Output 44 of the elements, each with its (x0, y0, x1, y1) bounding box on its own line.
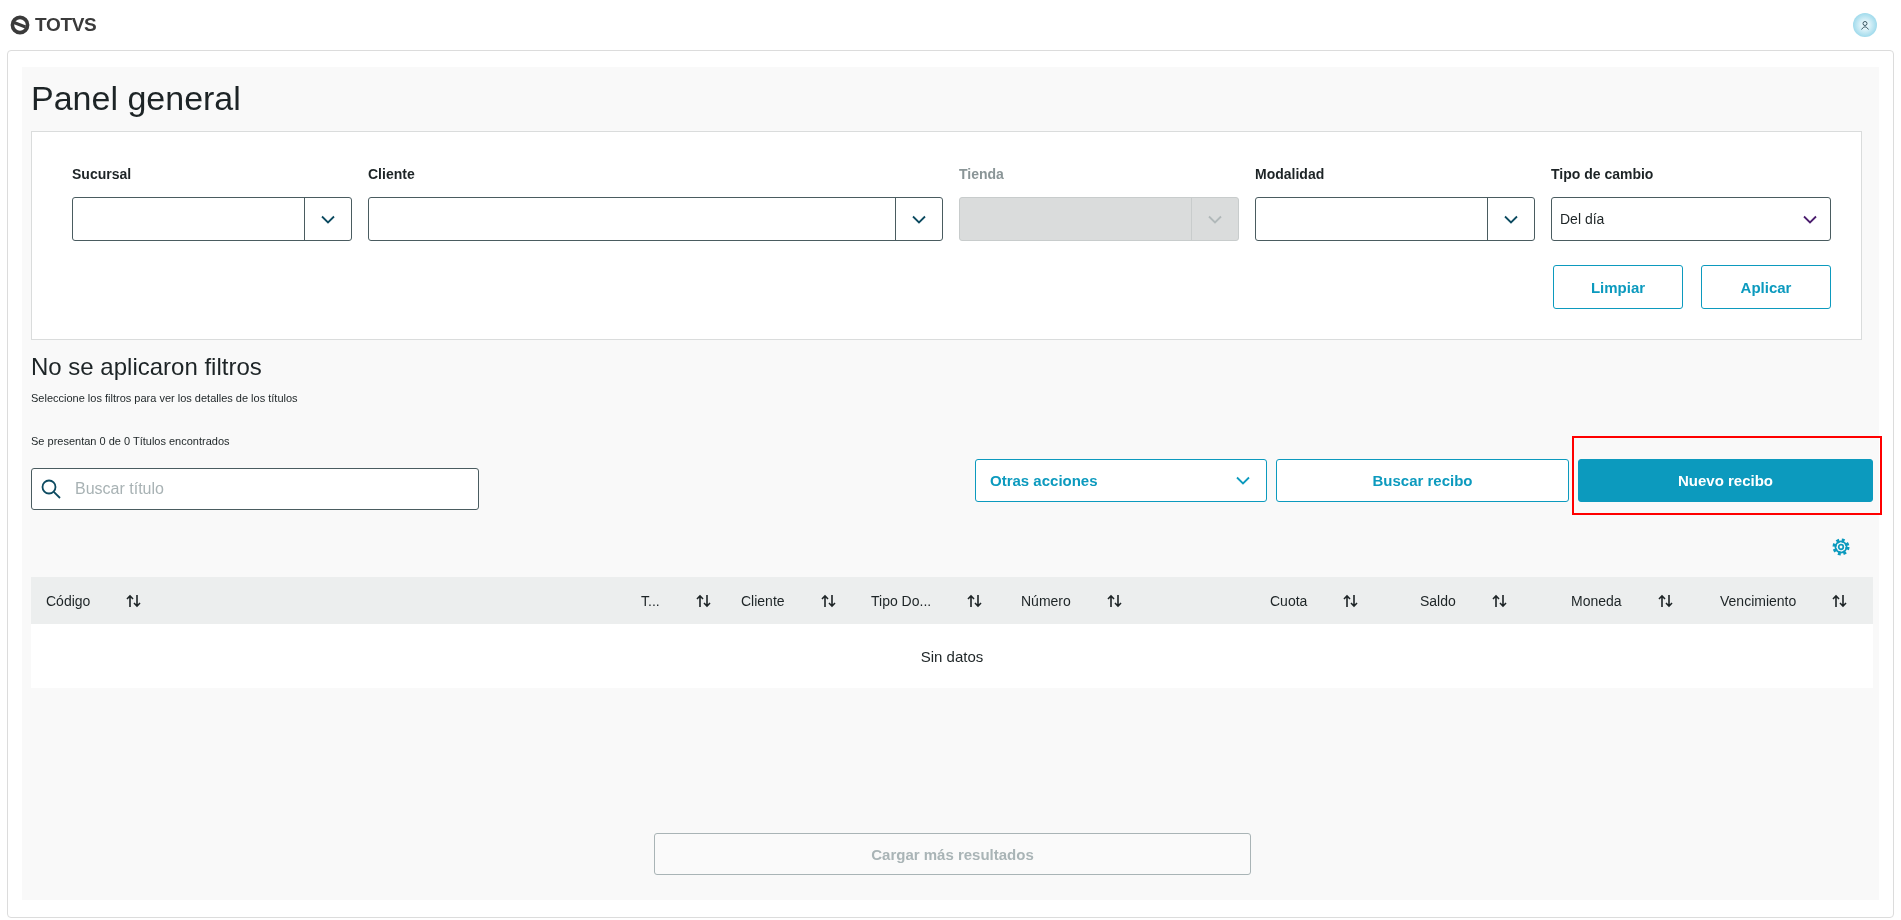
sort-icon[interactable] (1106, 593, 1122, 608)
field-label: Tipo de cambio (1551, 166, 1655, 183)
page-title: Panel general (31, 78, 242, 118)
column-header[interactable]: T... (641, 592, 660, 609)
brand-name: TOTVS (35, 14, 97, 36)
column-header[interactable]: Saldo (1420, 592, 1456, 609)
avatar-icon[interactable] (1853, 13, 1877, 37)
column-header[interactable]: Cliente (741, 592, 785, 609)
sort-icon[interactable] (126, 593, 142, 608)
column-header[interactable]: Código (46, 592, 91, 609)
sort-icon[interactable] (967, 593, 983, 608)
sort-icon[interactable] (1343, 593, 1359, 608)
sort-icon[interactable] (1657, 593, 1673, 608)
sort-icon[interactable] (1491, 593, 1507, 608)
combo-field[interactable] (1255, 197, 1535, 241)
field-label: Modalidad (1255, 166, 1326, 183)
column-header[interactable]: Tipo Do... (871, 592, 932, 609)
search-field[interactable]: Buscar título (31, 468, 479, 510)
chevron-down-icon (912, 214, 926, 224)
field-label: Sucursal (72, 166, 133, 183)
combo-field[interactable] (368, 197, 943, 241)
sort-icon[interactable] (1832, 593, 1848, 608)
select-field[interactable]: Del día (1551, 197, 1831, 241)
field-label: Cliente (368, 166, 416, 183)
search-icon (41, 479, 61, 499)
column-header[interactable]: Moneda (1571, 592, 1622, 609)
chevron-down-icon (1208, 214, 1222, 224)
column-header[interactable]: Vencimiento (1720, 592, 1797, 609)
sort-icon[interactable] (820, 593, 836, 608)
status-title: No se aplicaron filtros (31, 353, 263, 381)
column-header[interactable]: Número (1021, 592, 1071, 609)
column-header[interactable]: Cuota (1270, 592, 1308, 609)
combo-field[interactable] (72, 197, 352, 241)
chevron-down-icon (1504, 214, 1518, 224)
chevron-down-icon (321, 214, 335, 224)
chevron-down-icon (1236, 476, 1250, 485)
result-count: Se presentan 0 de 0 Títulos encontrados (31, 434, 231, 449)
logo-icon (10, 15, 30, 35)
field-label: Tienda (959, 166, 1005, 183)
status-subtitle: Seleccione los filtros para ver los detalles de los títulos (31, 391, 299, 406)
settings-icon[interactable] (1831, 537, 1851, 557)
empty-table-message: Sin datos (31, 624, 1873, 688)
chevron-down-icon (1803, 214, 1817, 224)
sort-icon[interactable] (695, 593, 711, 608)
